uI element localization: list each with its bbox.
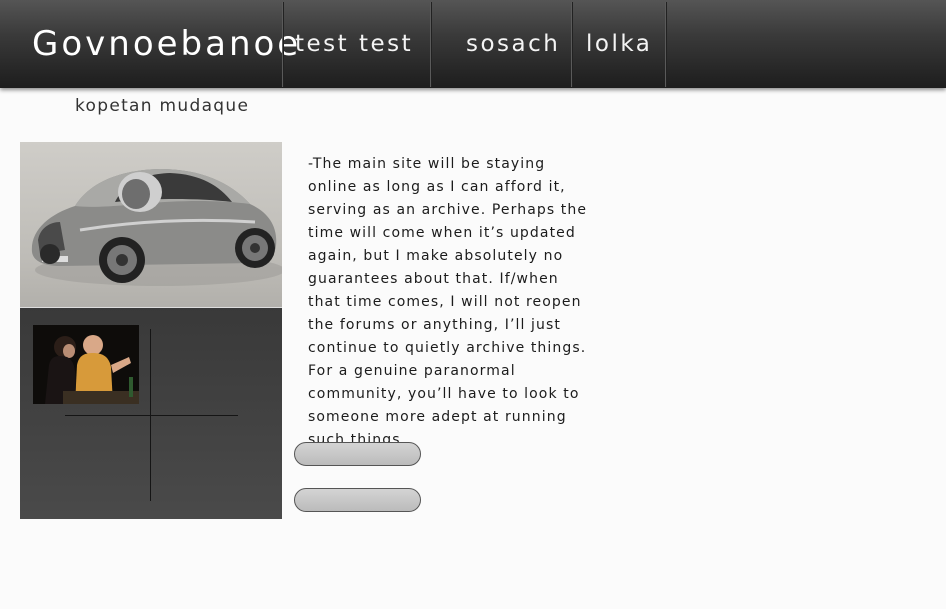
nav-divider bbox=[282, 2, 283, 87]
pill-button[interactable] bbox=[294, 488, 421, 512]
site-brand[interactable]: Govnoebanoe bbox=[32, 0, 301, 88]
car-image bbox=[20, 142, 282, 308]
people-photo bbox=[33, 325, 139, 404]
nav-item-lolka[interactable]: lolka bbox=[586, 0, 652, 88]
image-card bbox=[20, 142, 282, 519]
nav-item-test-test[interactable]: test test bbox=[295, 0, 413, 88]
main-paragraph: -The main site will be staying online as… bbox=[308, 156, 588, 448]
crosshair-horizontal-line bbox=[65, 415, 238, 416]
nav-divider bbox=[665, 2, 666, 87]
page-subtitle: kopetan mudaque bbox=[75, 96, 250, 116]
pill-button[interactable] bbox=[294, 442, 421, 466]
top-navigation-bar: Govnoebanoe test test sosach lolka bbox=[0, 0, 946, 88]
nav-item-sosach[interactable]: sosach bbox=[466, 0, 560, 88]
nav-divider bbox=[430, 2, 431, 87]
nav-divider bbox=[571, 2, 572, 87]
